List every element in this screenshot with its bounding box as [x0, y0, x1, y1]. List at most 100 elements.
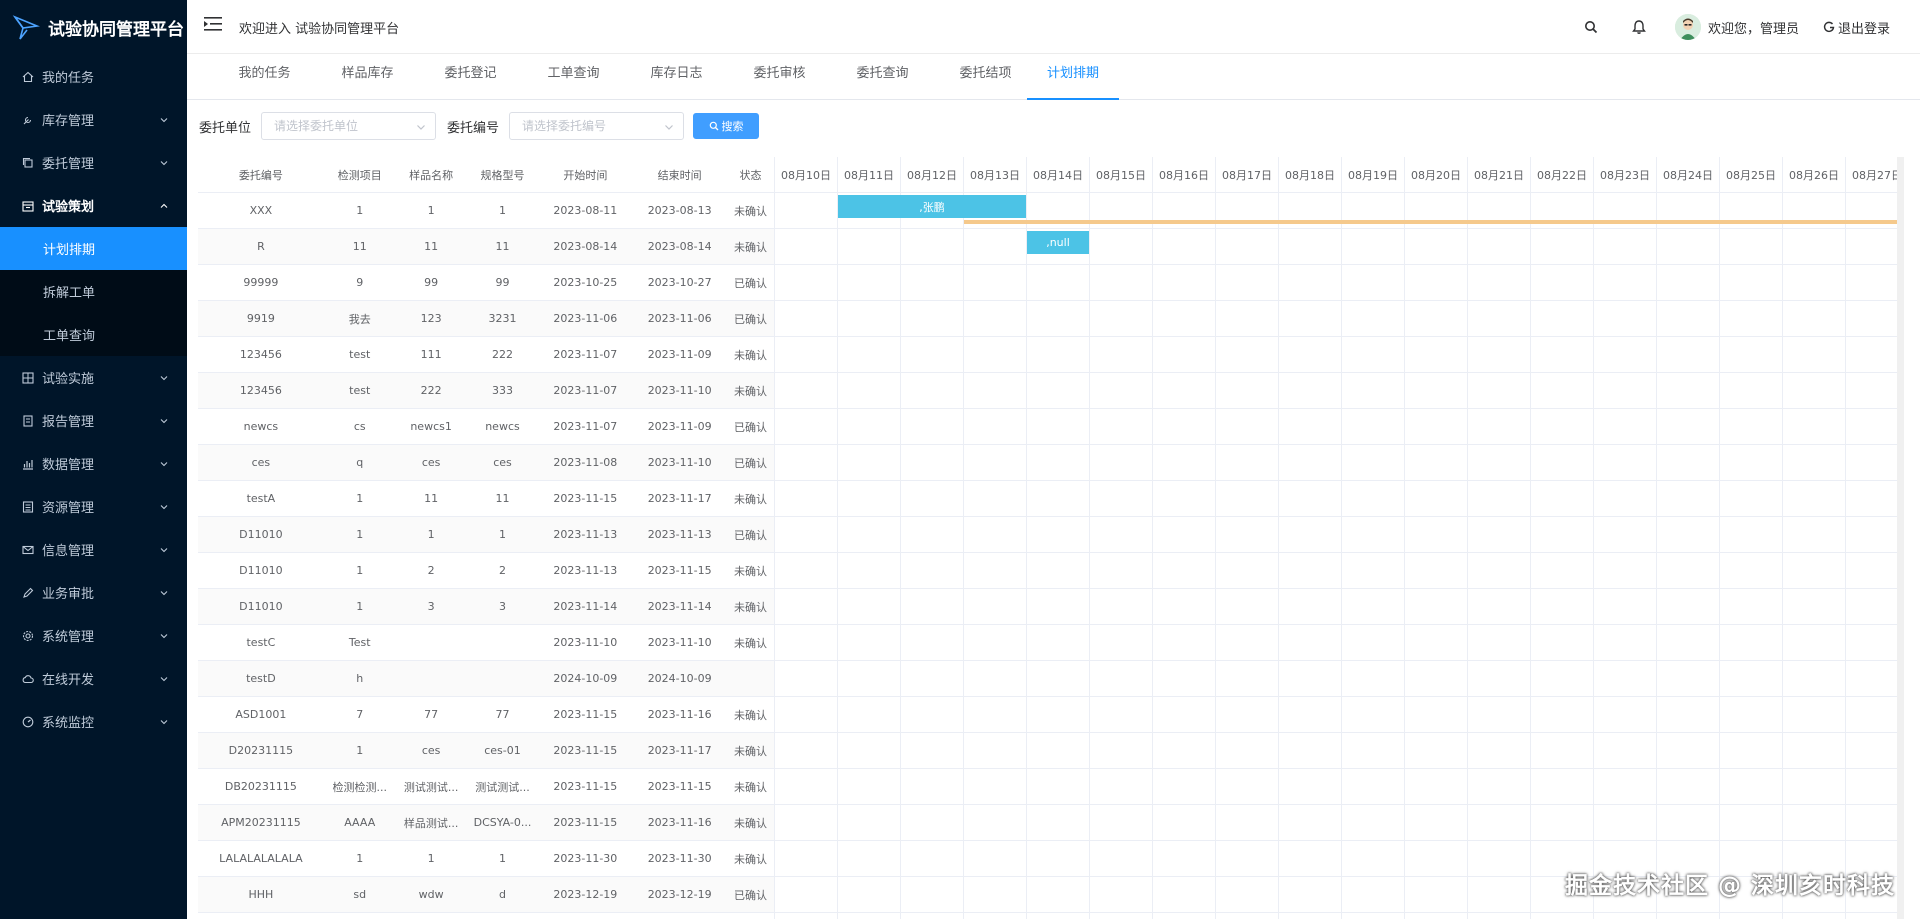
table-row[interactable]: D11010 1 2 2 2023-11-13 2023-11-15 未确认: [198, 553, 774, 589]
unit-select[interactable]: 请选择委托单位: [261, 112, 436, 140]
tab-4[interactable]: 库存日志: [639, 54, 714, 100]
sidebar-item-0[interactable]: 我的任务: [0, 55, 187, 98]
table-cell: 我去: [348, 312, 371, 326]
gantt-scrollbar[interactable]: [1897, 157, 1904, 919]
tab-5[interactable]: 委托审核: [742, 54, 817, 100]
report-icon-svg: [23, 414, 33, 427]
table-row[interactable]: 99999 9 99 99 2023-10-25 2023-10-27 已确认: [198, 265, 774, 301]
sidebar-item-label: 信息管理: [42, 544, 95, 559]
code-select[interactable]: 请选择委托编号: [509, 112, 684, 140]
table-cell: 2023-11-13: [553, 528, 618, 541]
table-row[interactable]: APM20231115 AAAA 样品测试... DCSYA-0... 2023-11-…: [198, 805, 774, 841]
table-row[interactable]: D20231115 1 ces ces-01 2023-11-15 2023-11-17 未…: [198, 733, 774, 769]
table-row[interactable]: testC Test 2023-11-10 2023-11-10 未确认: [198, 625, 774, 661]
tab-2[interactable]: 委托登记: [433, 54, 508, 100]
mail-icon: [22, 544, 34, 556]
sidebar-item-12[interactable]: 系统监控: [0, 700, 187, 743]
logout-label: 退出登录: [1837, 21, 1890, 37]
sidebar-item-11[interactable]: 在线开发: [0, 657, 187, 700]
tab-1[interactable]: 样品库存: [330, 54, 405, 100]
table-row[interactable]: ASD1001 7 77 77 2023-11-15 2023-11-16 未确认: [198, 697, 774, 733]
table-cell: 99: [495, 276, 510, 289]
table-row[interactable]: DB20231115 检测检测... 测试测试... 测试测试... 2023-11-1…: [198, 769, 774, 805]
table-row[interactable]: [198, 913, 774, 919]
gantt-task-bar[interactable]: ,null: [1027, 231, 1089, 254]
table-cell: 1: [356, 528, 364, 541]
tab-7[interactable]: 委托结项: [948, 54, 1023, 100]
mail-icon-svg: [22, 545, 34, 554]
chevron-down-icon: [160, 547, 168, 552]
table-cell: 2023-08-14: [647, 240, 712, 253]
table-row[interactable]: R 11 11 11 2023-08-14 2023-08-14 未确认: [198, 229, 774, 265]
submenu-item-2[interactable]: 工单查询: [0, 313, 187, 356]
logout-button[interactable]: 退出登录: [1823, 18, 1890, 37]
table-cell: 2023-11-09: [647, 420, 712, 433]
menu-toggle-icon[interactable]: [204, 15, 222, 33]
table-cell: d: [498, 888, 506, 901]
table-row[interactable]: HHH sd wdw d 2023-12-19 2023-12-19 已确认: [198, 877, 774, 913]
sidebar-item-10[interactable]: 系统管理: [0, 614, 187, 657]
table-row[interactable]: testD h 2024-10-09 2024-10-09: [198, 661, 774, 697]
table-row[interactable]: D11010 1 1 1 2023-11-13 2023-11-13 已确认: [198, 517, 774, 553]
tab-3[interactable]: 工单查询: [536, 54, 611, 100]
sidebar-item-9[interactable]: 业务审批: [0, 571, 187, 614]
table-row[interactable]: 123456 test 111 222 2023-11-07 2023-11-09 未确认: [198, 337, 774, 373]
table-row[interactable]: testA 1 11 11 2023-11-15 2023-11-17 未确认: [198, 481, 774, 517]
column-header: 结束时间: [657, 168, 702, 182]
table-cell: 已确认: [734, 276, 768, 290]
tab-8[interactable]: 计划排期: [1027, 54, 1119, 100]
sidebar-item-7[interactable]: 资源管理: [0, 485, 187, 528]
wrench-icon: [22, 114, 34, 126]
gantt-chart: 08月10日 08月11日 08月12日 08月13日 08月14日 08月15日 08月1…: [775, 157, 1897, 919]
table-cell: 测试测试...: [403, 780, 459, 794]
bell-icon[interactable]: [1631, 19, 1647, 35]
unit-label: 委托单位: [199, 121, 252, 136]
avatar[interactable]: [1674, 14, 1701, 40]
search-button[interactable]: 搜索: [693, 113, 759, 139]
table-cell: 未确认: [734, 492, 768, 506]
sidebar-item-5[interactable]: 报告管理: [0, 399, 187, 442]
top-header: 欢迎进入 试验协同管理平台 欢迎您，管理员 退出登录: [187, 0, 1920, 54]
table-cell: h: [356, 672, 364, 685]
submenu-item-0[interactable]: 计划排期: [0, 227, 187, 270]
table-row[interactable]: ces q ces ces 2023-11-08 2023-11-10 已确认: [198, 445, 774, 481]
table-cell: 2023-12-19: [553, 888, 618, 901]
table-cell: 3: [498, 600, 506, 613]
wrench-icon-svg: [23, 116, 32, 124]
table-cell: 未确认: [734, 636, 768, 650]
tab-6[interactable]: 委托查询: [845, 54, 920, 100]
table-cell: ces: [421, 744, 441, 757]
table-row[interactable]: 123456 test 222 333 2023-11-07 2023-11-10 未确认: [198, 373, 774, 409]
table-row[interactable]: D11010 1 3 3 2023-11-14 2023-11-14 未确认: [198, 589, 774, 625]
sidebar-item-1[interactable]: 库存管理: [0, 98, 187, 141]
table-cell: 1: [356, 204, 364, 217]
table-row[interactable]: 9919 我去 123 3231 2023-11-06 2023-11-06 已确认: [198, 301, 774, 337]
submenu-item-1[interactable]: 拆解工单: [0, 270, 187, 313]
table-cell: ASD1001: [235, 708, 287, 721]
table-row[interactable]: XXX 1 1 1 2023-08-11 2023-08-13 未确认: [198, 193, 774, 229]
sidebar-item-2[interactable]: 委托管理: [0, 141, 187, 184]
gantt-task-bar[interactable]: ,张鹏: [838, 195, 1026, 218]
table-cell: 已确认: [734, 312, 768, 326]
chart-icon: [22, 458, 34, 470]
table-cell: D20231115: [228, 744, 294, 757]
table-cell: 99999: [243, 276, 279, 289]
gantt-day-header: 08月27日: [1846, 157, 1897, 193]
sidebar-item-3[interactable]: 试验策划: [0, 184, 187, 227]
chevron-down-icon: [160, 676, 168, 681]
table-cell: 2023-11-15: [553, 708, 618, 721]
sidebar-item-8[interactable]: 信息管理: [0, 528, 187, 571]
tab-0[interactable]: 我的任务: [227, 54, 302, 100]
user-greeting[interactable]: 欢迎您，管理员: [1708, 18, 1799, 37]
watermark: 掘金技术社区 @ 深圳亥时科技: [1564, 873, 1895, 899]
sidebar-item-6[interactable]: 数据管理: [0, 442, 187, 485]
table-cell: 2023-11-14: [553, 600, 618, 613]
column-header: 检测项目: [337, 168, 382, 182]
sidebar-item-4[interactable]: 试验实施: [0, 356, 187, 399]
table-cell: sd: [353, 888, 367, 901]
table-row[interactable]: LALALALALALA 1 1 1 2023-11-30 2023-11-30 未确认: [198, 841, 774, 877]
search-icon[interactable]: [1583, 19, 1599, 35]
logo[interactable]: 试验协同管理平台: [0, 0, 187, 55]
table-row[interactable]: newcs cs newcs1 newcs 2023-11-07 2023-11-09 已确…: [198, 409, 774, 445]
chevron-down-icon: [160, 117, 168, 122]
